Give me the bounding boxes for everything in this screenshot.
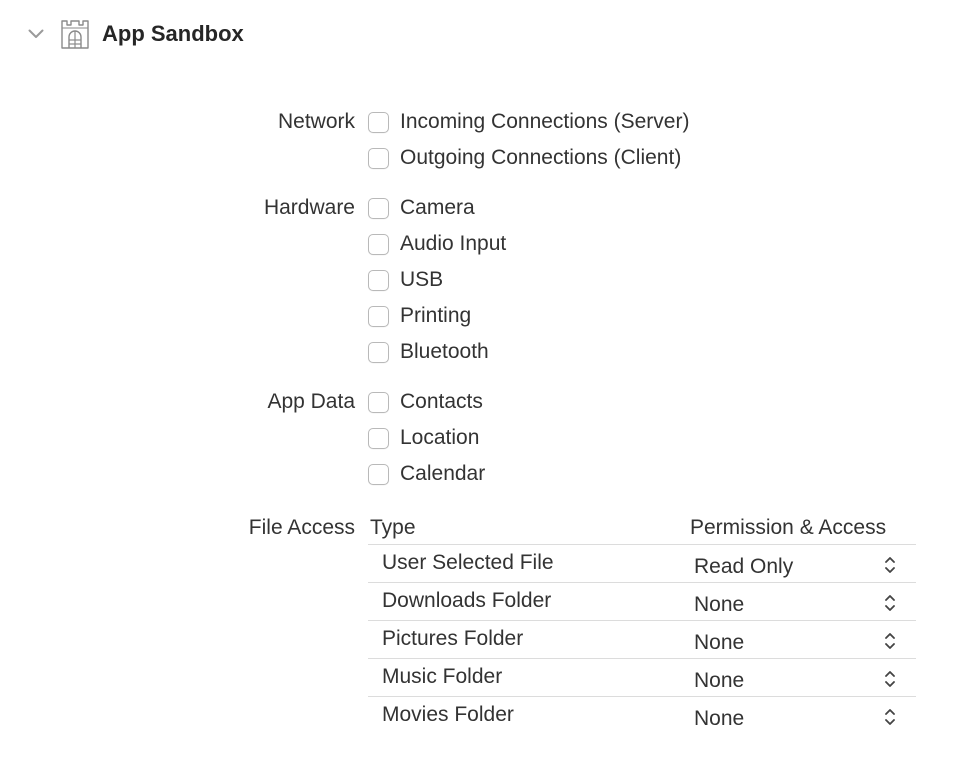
app-data-label: App Data <box>267 390 355 413</box>
up-down-chevron-icon <box>885 709 895 725</box>
bluetooth-checkbox[interactable] <box>368 341 389 363</box>
section-title: App Sandbox <box>102 21 244 46</box>
contacts-checkbox[interactable] <box>368 391 389 413</box>
network-label: Network <box>277 110 355 133</box>
contacts-checkbox-row[interactable]: Contacts <box>368 388 483 416</box>
permission-value: None <box>694 707 745 730</box>
file-access-row: Movies Folder None <box>368 696 916 734</box>
location-label: Location <box>400 426 480 449</box>
permission-value: None <box>694 669 745 692</box>
printing-checkbox-row[interactable]: Printing <box>368 302 471 330</box>
section-header: App Sandbox <box>24 14 244 54</box>
location-checkbox[interactable] <box>368 427 389 449</box>
audio-input-checkbox[interactable] <box>368 233 389 255</box>
calendar-checkbox-row[interactable]: Calendar <box>368 460 485 488</box>
file-access-type: Music Folder <box>382 665 503 688</box>
permission-popup-button[interactable]: None <box>688 585 910 619</box>
up-down-chevron-icon <box>885 671 895 687</box>
usb-checkbox-row[interactable]: USB <box>368 266 443 294</box>
file-access-type: Movies Folder <box>382 703 514 726</box>
calendar-checkbox[interactable] <box>368 463 389 485</box>
outgoing-connections-label: Outgoing Connections (Client) <box>400 146 682 169</box>
camera-checkbox[interactable] <box>368 197 389 219</box>
usb-label: USB <box>400 268 444 291</box>
calendar-label: Calendar <box>400 462 486 485</box>
bluetooth-label: Bluetooth <box>400 340 489 363</box>
audio-input-label: Audio Input <box>400 232 507 255</box>
up-down-chevron-icon <box>885 557 895 573</box>
permission-column-header: Permission & Access <box>690 516 887 539</box>
incoming-connections-checkbox[interactable] <box>368 111 389 133</box>
chevron-down-icon[interactable] <box>24 22 48 46</box>
file-access-row: User Selected File Read Only <box>368 544 916 582</box>
permission-popup-button[interactable]: None <box>688 699 910 733</box>
audio-input-checkbox-row[interactable]: Audio Input <box>368 230 506 258</box>
permission-value: None <box>694 593 745 616</box>
permission-value: Read Only <box>694 555 794 578</box>
hardware-label: Hardware <box>263 196 355 219</box>
outgoing-connections-checkbox[interactable] <box>368 147 389 169</box>
printing-label: Printing <box>400 304 472 327</box>
up-down-chevron-icon <box>885 595 895 611</box>
file-access-label: File Access <box>248 516 355 539</box>
contacts-label: Contacts <box>400 390 483 413</box>
up-down-chevron-icon <box>885 633 895 649</box>
incoming-connections-checkbox-row[interactable]: Incoming Connections (Server) <box>368 108 689 136</box>
camera-checkbox-row[interactable]: Camera <box>368 194 475 222</box>
file-access-type: User Selected File <box>382 551 554 574</box>
permission-popup-button[interactable]: Read Only <box>688 547 910 581</box>
incoming-connections-label: Incoming Connections (Server) <box>400 110 690 133</box>
type-column-header: Type <box>370 516 416 539</box>
permission-popup-button[interactable]: None <box>688 661 910 695</box>
permission-popup-button[interactable]: None <box>688 623 910 657</box>
camera-label: Camera <box>400 196 475 219</box>
file-access-row: Downloads Folder None <box>368 582 916 620</box>
printing-checkbox[interactable] <box>368 305 389 327</box>
file-access-row: Pictures Folder None <box>368 620 916 658</box>
usb-checkbox[interactable] <box>368 269 389 291</box>
file-access-row: Music Folder None <box>368 658 916 696</box>
file-access-type: Pictures Folder <box>382 627 524 650</box>
castle-icon <box>58 17 92 51</box>
file-access-type: Downloads Folder <box>382 589 552 612</box>
location-checkbox-row[interactable]: Location <box>368 424 479 452</box>
outgoing-connections-checkbox-row[interactable]: Outgoing Connections (Client) <box>368 144 681 172</box>
bluetooth-checkbox-row[interactable]: Bluetooth <box>368 338 489 366</box>
permission-value: None <box>694 631 745 654</box>
